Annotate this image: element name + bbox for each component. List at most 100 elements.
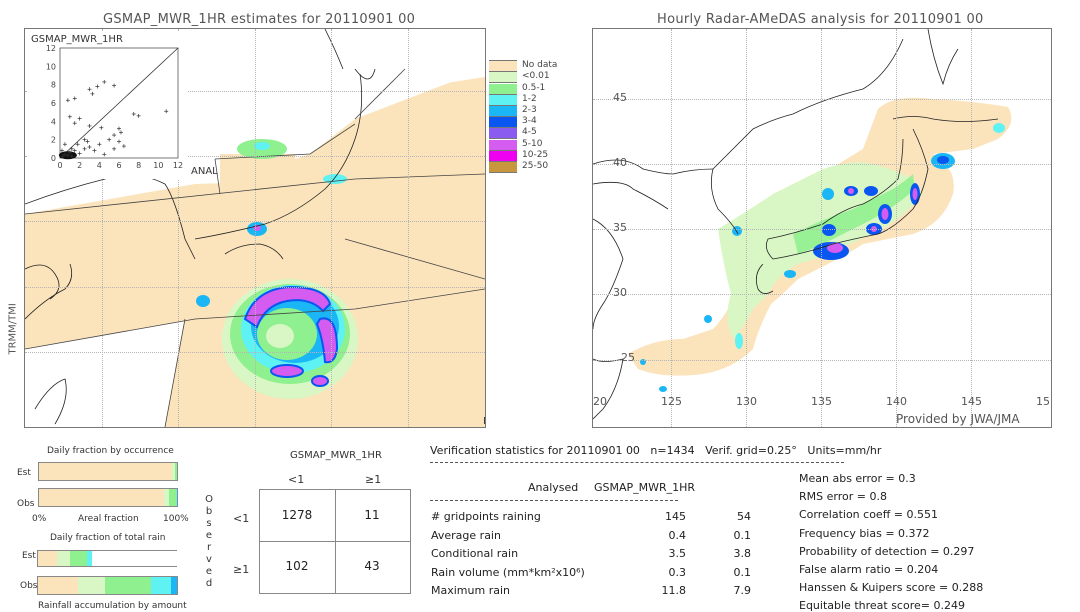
- legend-swatch: [489, 128, 517, 140]
- legend-label: 2-3: [522, 105, 537, 115]
- scatter-point: [72, 96, 77, 101]
- stat-row-estimate: 54: [737, 510, 751, 523]
- right-grid-v1: [671, 29, 672, 427]
- scatter-point: [82, 146, 87, 151]
- total-rain-est-label: Est: [22, 551, 36, 561]
- occurrence-obs-bar: [38, 488, 178, 507]
- stat-row-label: # gridpoints raining: [431, 510, 541, 523]
- right-grid-v2: [746, 29, 747, 427]
- scatter-point: [118, 130, 123, 135]
- inset-y-tick: 6: [51, 99, 56, 108]
- score-item: Frequency bias = 0.372: [799, 526, 930, 540]
- rain-cell-shikoku: [196, 295, 210, 307]
- legend-label: 1-2: [522, 93, 537, 104]
- score-item: Equitable threat score= 0.249: [799, 599, 965, 612]
- legend-swatch: [489, 139, 517, 151]
- inset-y-tick: 2: [51, 136, 56, 145]
- legend-swatch: [489, 150, 517, 162]
- inset-scatter-svg: 0 2 4 6 8 10 12 0 2 4 6 8 10 12: [46, 44, 183, 170]
- lon-tick-135: 135: [811, 395, 832, 408]
- score-item: Correlation coeff = 0.551: [799, 508, 938, 522]
- scatter-point: [112, 83, 117, 88]
- scatter-point: [77, 151, 82, 156]
- left-grid-h4: [25, 287, 485, 288]
- inset-y-tick: 8: [51, 81, 56, 90]
- legend-label: 4-5: [522, 127, 537, 138]
- left-grid-h3: [25, 221, 485, 222]
- scatter-point: [97, 142, 102, 147]
- scatter-point: [117, 126, 121, 131]
- rain-cell-okinawa: [735, 333, 743, 349]
- scatter-point: [131, 112, 136, 116]
- scatter-point: [82, 137, 87, 142]
- rain-cell-hokkaido: [993, 123, 1005, 133]
- legend-swatch: [489, 94, 517, 106]
- total-rain-segment: [38, 577, 79, 594]
- contingency-col-lt1: <1: [288, 473, 305, 486]
- contingency-col-ge1: ≥1: [365, 473, 382, 486]
- total-rain-segment: [104, 577, 151, 594]
- occurrence-axis-left: 0%: [32, 514, 47, 524]
- observed-axis-label: Observed: [204, 494, 214, 590]
- cell-hits: 43: [364, 559, 380, 573]
- scatter-point: [77, 116, 82, 121]
- inset-x-tick: 2: [77, 161, 82, 170]
- rain-band-magenta-south: [270, 364, 304, 378]
- inset-xlabel: ANAL: [191, 166, 218, 177]
- left-grid-v5: [408, 29, 409, 427]
- scatter-point: [72, 148, 77, 153]
- occurrence-est-bar: [38, 462, 178, 481]
- scatter-point: [72, 121, 77, 126]
- scatter-point: [87, 145, 92, 149]
- contingency-row-ge1: ≥1: [233, 563, 250, 576]
- observed-label-char: s: [206, 518, 212, 529]
- scatter-point: [85, 139, 90, 144]
- total-rain-caption: Rainfall accumulation by amount: [38, 601, 187, 611]
- col-analysed: Analysed: [528, 481, 579, 494]
- scatter-point: [117, 139, 121, 144]
- sensor-label-trmm: TRMM/TMI: [7, 303, 19, 355]
- scatter-point: [65, 98, 70, 103]
- typhoon-eye: [266, 324, 294, 348]
- right-grid-h2: [593, 164, 1051, 165]
- legend-swatch: [489, 50, 517, 61]
- observed-label-char: r: [206, 542, 212, 553]
- lat-tick-40: 40: [613, 156, 627, 169]
- lon-tick-120: 20: [593, 395, 607, 408]
- rain-cell-ryukyu: [704, 315, 712, 323]
- cell-false-alarms: 11: [364, 508, 380, 522]
- total-rain-segment: [86, 551, 93, 566]
- scatter-point: [95, 84, 100, 89]
- legend-swatch: [489, 106, 517, 117]
- col-estimate: GSMAP_MWR_1HR: [594, 481, 696, 494]
- sensor-label-metop: MetOp-A/AMSU-A/M: [483, 416, 485, 427]
- contingency-grid: 1278 11 102 43: [259, 489, 411, 594]
- occurrence-segment: [39, 489, 164, 506]
- stat-row-label: Maximum rain: [431, 584, 510, 597]
- lat-tick-30: 30: [613, 286, 627, 299]
- observed-label-char: O: [205, 494, 213, 505]
- total-rain-segment: [38, 551, 58, 566]
- right-grid-h3: [593, 229, 1051, 230]
- stat-row-analysed: 0.3: [668, 565, 687, 579]
- lon-tick-130: 130: [736, 395, 757, 408]
- right-grid-v3: [821, 29, 822, 427]
- stat-row-analysed: 11.8: [661, 584, 687, 597]
- occurrence-obs-label: Obs: [17, 499, 35, 509]
- right-grid-h1: [593, 99, 1051, 100]
- legend-label: 10-25: [522, 149, 549, 160]
- total-rain-title: Daily fraction of total rain: [50, 533, 166, 543]
- lon-tick-145: 145: [961, 395, 982, 408]
- lon-tick-150: 15: [1036, 395, 1050, 408]
- score-item: False alarm ratio = 0.204: [799, 563, 939, 576]
- observed-label-char: e: [205, 566, 213, 577]
- inset-y-tick: 4: [51, 117, 56, 126]
- occurrence-segment: [175, 489, 177, 506]
- total-rain-est-bar: [37, 550, 177, 567]
- occurrence-axis-label: Areal fraction: [78, 514, 139, 524]
- rain-cell-tohoku-core: [912, 188, 918, 200]
- cell-misses: 102: [285, 559, 309, 573]
- lat-tick-25: 25: [621, 351, 635, 364]
- scatter-point: [136, 113, 141, 118]
- contingency-row-lt1: <1: [233, 512, 250, 525]
